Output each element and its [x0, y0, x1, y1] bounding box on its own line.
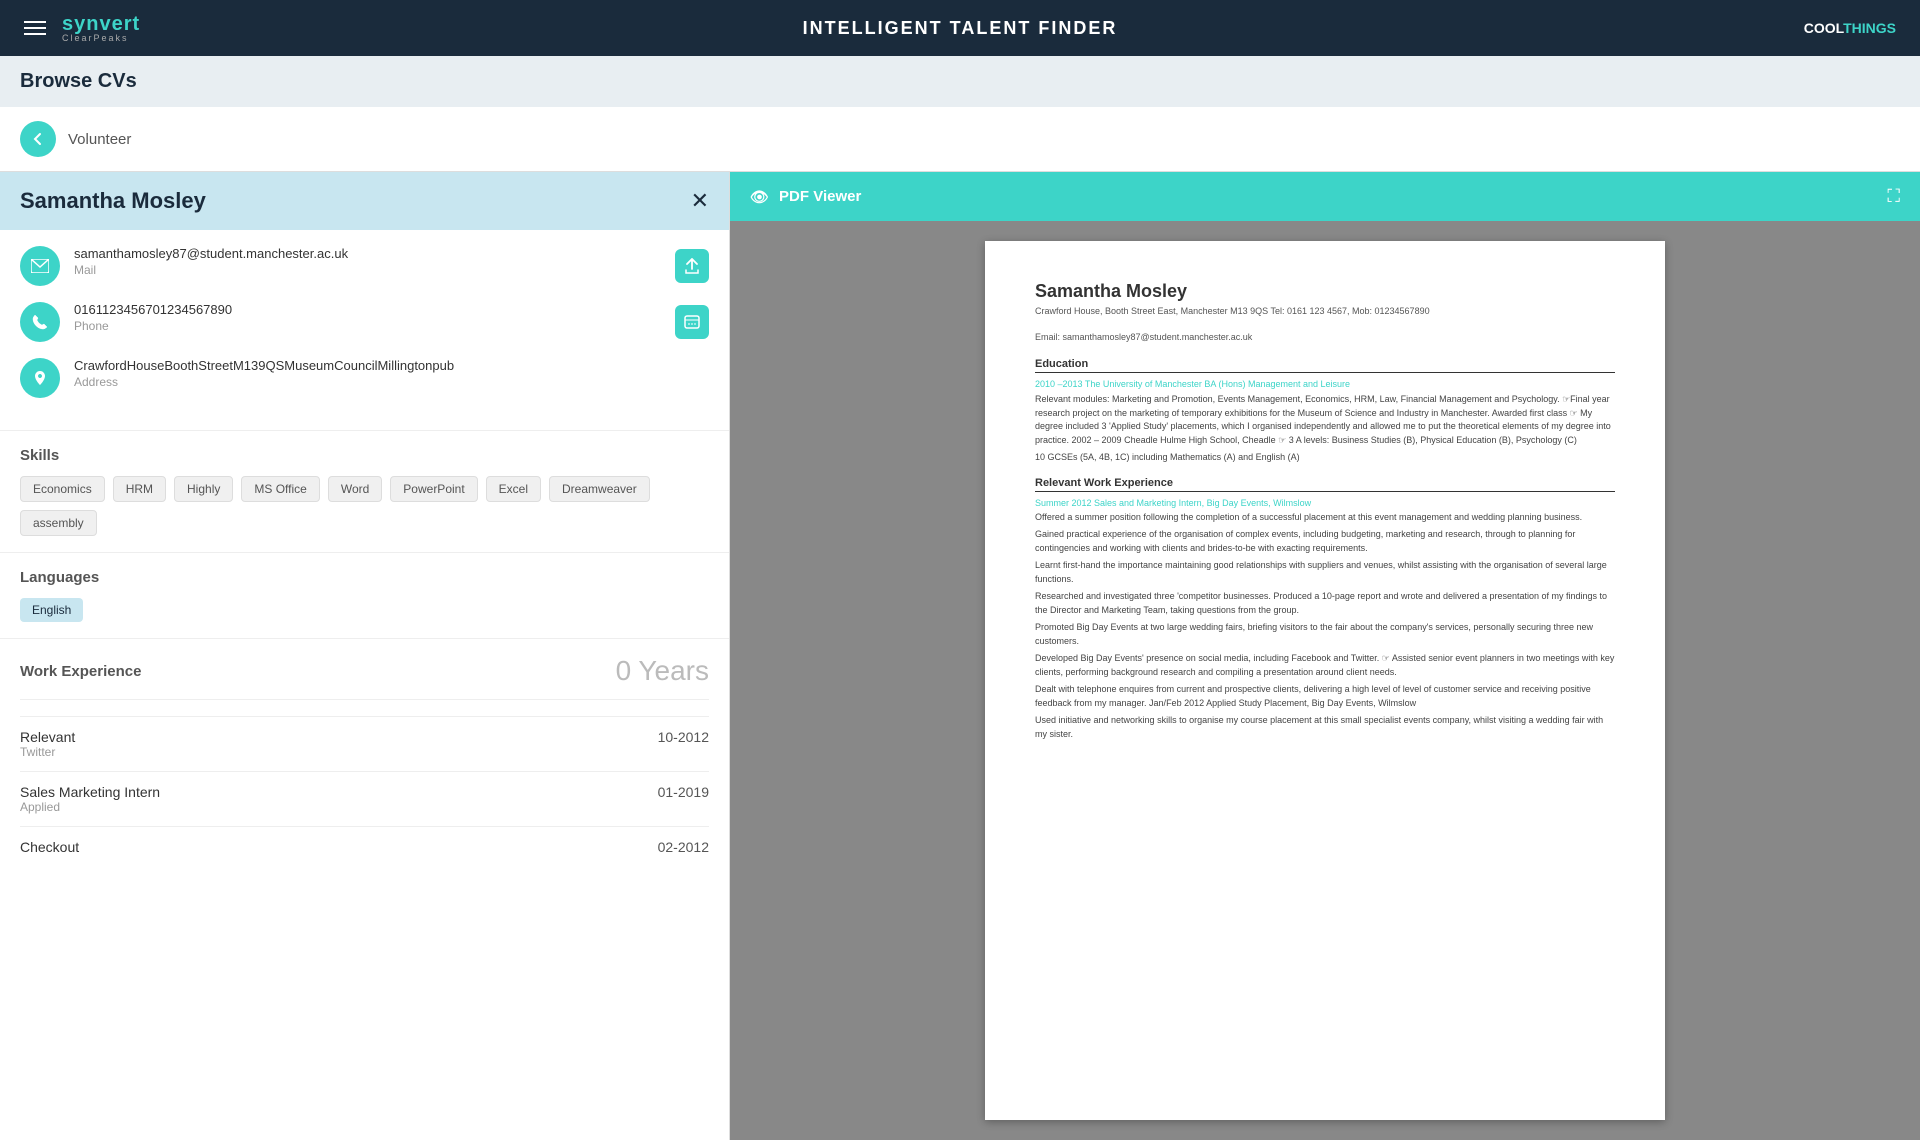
skill-tag[interactable]: Excel: [486, 476, 541, 502]
skill-tag[interactable]: Dreamweaver: [549, 476, 650, 502]
pdf-work-para: Offered a summer position following the …: [1035, 511, 1615, 525]
work-item: Checkout 02-2012: [20, 826, 709, 867]
pdf-edu-text2: 10 GCSEs (5A, 4B, 1C) including Mathemat…: [1035, 451, 1615, 465]
work-type: Applied: [20, 800, 160, 814]
pdf-edu-link: 2010 –2013 The University of Manchester …: [1035, 379, 1615, 389]
pdf-work-para: Promoted Big Day Events at two large wed…: [1035, 621, 1615, 648]
skill-tag[interactable]: Highly: [174, 476, 233, 502]
language-tag[interactable]: English: [20, 598, 83, 622]
search-bar: [0, 107, 1920, 172]
work-title: Work Experience: [20, 663, 141, 680]
pdf-candidate-name: Samantha Mosley: [1035, 281, 1615, 302]
logo-sub: ClearPeaks: [62, 34, 140, 43]
skill-tag[interactable]: assembly: [20, 510, 97, 536]
work-role: Sales Marketing Intern: [20, 784, 160, 800]
pdf-header: 👁 PDF Viewer ⛶: [730, 172, 1920, 221]
phone-icon: [20, 302, 60, 342]
languages-title: Languages: [20, 569, 709, 586]
logo-main: synvert: [62, 14, 140, 34]
skills-tags: Economics HRM Highly MS Office Word PowerPoin…: [20, 476, 709, 536]
work-item: Sales Marketing Intern Applied 01-2019: [20, 771, 709, 826]
contact-email-item: samanthamosley87@student.manchester.ac.u…: [20, 246, 709, 286]
pdf-address: Crawford House, Booth Street East, Manch…: [1035, 306, 1615, 316]
pdf-email-line: Email: samanthamosley87@student.manchest…: [1035, 332, 1615, 342]
logo: synvert ClearPeaks: [62, 14, 140, 43]
work-header: Work Experience 0 Years: [20, 655, 709, 700]
languages-section: Languages English: [0, 553, 729, 639]
contact-address-item: CrawfordHouseBoothStreetM139QSMuseumCoun…: [20, 358, 709, 398]
header-left: synvert ClearPeaks: [24, 14, 140, 43]
address-icon: [20, 358, 60, 398]
brand-label: COOLTHINGS: [1804, 20, 1896, 36]
work-item-left: Relevant Twitter: [20, 729, 75, 759]
brand-things: THINGS: [1843, 20, 1896, 36]
search-input[interactable]: [68, 131, 1900, 148]
pdf-work1-link: Summer 2012 Sales and Marketing Intern, …: [1035, 498, 1615, 508]
main-content: Samantha Mosley ✕ samanthamosley87@stude…: [0, 172, 1920, 1140]
email-label: Mail: [74, 263, 675, 277]
work-role: Checkout: [20, 839, 79, 855]
work-item: Relevant Twitter 10-2012: [20, 716, 709, 771]
languages-tags: English: [20, 598, 709, 622]
phone-action-button[interactable]: [675, 305, 709, 339]
pdf-work-para: Gained practical experience of the organ…: [1035, 528, 1615, 555]
back-button[interactable]: [20, 121, 56, 157]
address-label: Address: [74, 375, 709, 389]
pdf-expand-button[interactable]: ⛶: [1887, 186, 1900, 207]
pdf-edu-text1: Relevant modules: Marketing and Promotio…: [1035, 393, 1615, 447]
app-title: INTELLIGENT TALENT FINDER: [803, 18, 1118, 39]
skills-section: Skills Economics HRM Highly MS Office Word Po…: [0, 431, 729, 553]
app-header: synvert ClearPeaks INTELLIGENT TALENT FI…: [0, 0, 1920, 56]
pdf-content: Samantha Mosley Crawford House, Booth St…: [730, 221, 1920, 1140]
work-role: Relevant: [20, 729, 75, 745]
phone-label: Phone: [74, 319, 675, 333]
pdf-work-items: Offered a summer position following the …: [1035, 511, 1615, 742]
work-type: Twitter: [20, 745, 75, 759]
candidate-name: Samantha Mosley: [20, 188, 206, 214]
contact-phone-item: 01611234567012345678​90 Phone: [20, 302, 709, 342]
skills-title: Skills: [20, 447, 709, 464]
work-items: Relevant Twitter 10-2012 Sales Marketing…: [20, 716, 709, 867]
phone-details: 01611234567012345678​90 Phone: [74, 302, 675, 333]
skill-tag[interactable]: Economics: [20, 476, 105, 502]
email-icon: [20, 246, 60, 286]
work-years: 0 Years: [616, 655, 709, 687]
pdf-page: Samantha Mosley Crawford House, Booth St…: [985, 241, 1665, 1120]
address-details: CrawfordHouseBoothStreetM139QSMuseumCoun…: [74, 358, 709, 389]
phone-value: 01611234567012345678​90: [74, 302, 675, 317]
work-item-left: Checkout: [20, 839, 79, 855]
skill-tag[interactable]: Word: [328, 476, 382, 502]
work-item-date: 10-2012: [658, 729, 709, 745]
work-item-date: 01-2019: [658, 784, 709, 800]
address-value: CrawfordHouseBoothStreetM139QSMuseumCoun…: [74, 358, 709, 373]
candidate-header: Samantha Mosley ✕: [0, 172, 729, 230]
pdf-work-para: Used initiative and networking skills to…: [1035, 714, 1615, 741]
close-button[interactable]: ✕: [691, 188, 709, 214]
work-item-date: 02-2012: [658, 839, 709, 855]
pdf-work-para: Learnt first-hand the importance maintai…: [1035, 559, 1615, 586]
pdf-title: 👁 PDF Viewer: [750, 188, 861, 206]
pdf-work-title: Relevant Work Experience: [1035, 477, 1615, 492]
brand-cool: COOL: [1804, 20, 1843, 36]
skill-tag[interactable]: PowerPoint: [390, 476, 477, 502]
skill-tag[interactable]: MS Office: [241, 476, 319, 502]
email-value: samanthamosley87@student.manchester.ac.u…: [74, 246, 675, 261]
hamburger-icon[interactable]: [24, 21, 46, 35]
work-item-left: Sales Marketing Intern Applied: [20, 784, 160, 814]
email-details: samanthamosley87@student.manchester.ac.u…: [74, 246, 675, 277]
pdf-work-para: Dealt with telephone enquires from curre…: [1035, 683, 1615, 710]
pdf-title-label: PDF Viewer: [779, 188, 861, 205]
page-title: Browse CVs: [0, 56, 1920, 107]
pdf-work-para: Researched and investigated three 'compe…: [1035, 590, 1615, 617]
work-section: Work Experience 0 Years Relevant Twitter…: [0, 639, 729, 883]
pdf-education-title: Education: [1035, 358, 1615, 373]
pdf-panel: 👁 PDF Viewer ⛶ Samantha Mosley Crawford …: [730, 172, 1920, 1140]
pdf-work-para: Developed Big Day Events' presence on so…: [1035, 652, 1615, 679]
email-action-button[interactable]: [675, 249, 709, 283]
skill-tag[interactable]: HRM: [113, 476, 166, 502]
left-panel: Samantha Mosley ✕ samanthamosley87@stude…: [0, 172, 730, 1140]
eye-icon: 👁: [750, 188, 769, 206]
contact-section: samanthamosley87@student.manchester.ac.u…: [0, 230, 729, 431]
